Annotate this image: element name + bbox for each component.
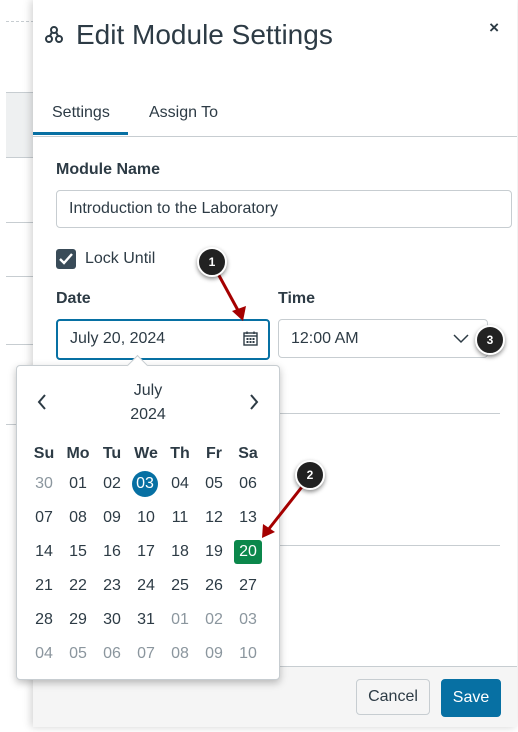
calendar-day[interactable]: 07 (30, 506, 58, 530)
calendar-day[interactable]: 21 (30, 574, 58, 598)
calendar-day[interactable]: 25 (166, 574, 194, 598)
calendar-day[interactable]: 04 (166, 472, 194, 496)
calendar-year: 2024 (130, 406, 166, 423)
weekday-header: Fr (206, 445, 222, 462)
calendar-day[interactable]: 02 (98, 472, 126, 496)
calendar-day[interactable]: 04 (30, 642, 58, 666)
calendar-day[interactable]: 07 (132, 642, 160, 666)
module-name-label: Module Name (56, 161, 161, 178)
calendar-day[interactable]: 10 (234, 642, 262, 666)
tab-assign-to[interactable]: Assign To (149, 104, 218, 122)
module-icon (45, 26, 63, 43)
calendar-day[interactable]: 10 (132, 506, 160, 530)
callout-badge-1: 1 (197, 247, 227, 277)
calendar-day[interactable]: 11 (166, 506, 194, 530)
tab-settings[interactable]: Settings (52, 104, 110, 122)
lock-until-checkbox[interactable] (56, 249, 76, 269)
calendar-day[interactable]: 30 (98, 608, 126, 632)
calendar-day[interactable]: 20 (234, 540, 262, 564)
tab-bar: Settings Assign To (33, 94, 517, 137)
backdrop-dashed-line (6, 21, 34, 22)
calendar-day[interactable]: 12 (200, 506, 228, 530)
calendar-day[interactable]: 31 (132, 608, 160, 632)
time-label: Time (278, 290, 316, 307)
calendar-day[interactable]: 24 (132, 574, 160, 598)
calendar-day[interactable]: 27 (234, 574, 262, 598)
calendar-day[interactable]: 06 (234, 472, 262, 496)
date-value: July 20, 2024 (70, 330, 166, 347)
calendar-day[interactable]: 08 (166, 642, 194, 666)
weekday-header: We (134, 445, 158, 462)
calendar-day[interactable]: 28 (30, 608, 58, 632)
calendar-day[interactable]: 13 (234, 506, 262, 530)
calendar-day[interactable]: 09 (98, 506, 126, 530)
dialog-title: Edit Module Settings (76, 19, 333, 50)
calendar-day[interactable]: 17 (132, 540, 160, 564)
calendar-day[interactable]: 03 (132, 471, 158, 497)
chevron-down-icon (453, 334, 469, 344)
calendar-month: July (133, 382, 163, 399)
calendar-day[interactable]: 15 (64, 540, 92, 564)
module-name-input[interactable] (56, 190, 512, 228)
calendar-day[interactable]: 14 (30, 540, 58, 564)
close-button[interactable]: × (489, 18, 499, 38)
calendar-day[interactable]: 29 (64, 608, 92, 632)
calendar-day[interactable]: 03 (234, 608, 262, 632)
calendar-day[interactable]: 02 (200, 608, 228, 632)
calendar-day[interactable]: 01 (166, 608, 194, 632)
calendar-day[interactable]: 18 (166, 540, 194, 564)
calendar-day[interactable]: 05 (64, 642, 92, 666)
calendar-day[interactable]: 22 (64, 574, 92, 598)
backdrop-divider (6, 222, 34, 223)
lock-until-label: Lock Until (85, 250, 156, 267)
calendar-day[interactable]: 05 (200, 472, 228, 496)
date-input[interactable]: July 20, 2024 (56, 319, 270, 360)
callout-badge-2: 2 (295, 460, 325, 490)
weekday-header: Th (170, 445, 190, 462)
weekday-header: Mo (66, 445, 90, 462)
calendar-day[interactable]: 01 (64, 472, 92, 496)
checkmark-icon (59, 253, 73, 265)
calendar-day[interactable]: 16 (98, 540, 126, 564)
calendar-day[interactable]: 06 (98, 642, 126, 666)
backdrop-row (6, 92, 34, 158)
section-divider (278, 545, 500, 546)
backdrop-divider (6, 276, 34, 277)
cancel-button[interactable]: Cancel (356, 679, 430, 715)
calendar-day[interactable]: 09 (200, 642, 228, 666)
weekday-header: Tu (102, 445, 122, 462)
calendar-day[interactable]: 30 (30, 472, 58, 496)
active-tab-indicator (33, 132, 128, 135)
calendar-day[interactable]: 08 (64, 506, 92, 530)
weekday-header: Su (33, 445, 55, 462)
calendar-day[interactable]: 23 (98, 574, 126, 598)
time-value: 12:00 AM (291, 330, 359, 347)
calendar-icon[interactable] (243, 331, 258, 346)
section-divider (278, 413, 500, 414)
save-button[interactable]: Save (441, 679, 501, 717)
date-picker-popover: July 2024 Su Mo Tu We Th Fr Sa 30 01 02 03 04 05 06 07… (16, 354, 280, 680)
backdrop-divider (6, 344, 34, 345)
calendar-day[interactable]: 19 (200, 540, 228, 564)
callout-badge-3: 3 (475, 325, 505, 355)
calendar-day[interactable]: 26 (200, 574, 228, 598)
date-label: Date (56, 290, 91, 307)
time-select[interactable]: 12:00 AM (278, 319, 488, 358)
weekday-header: Sa (238, 445, 258, 462)
